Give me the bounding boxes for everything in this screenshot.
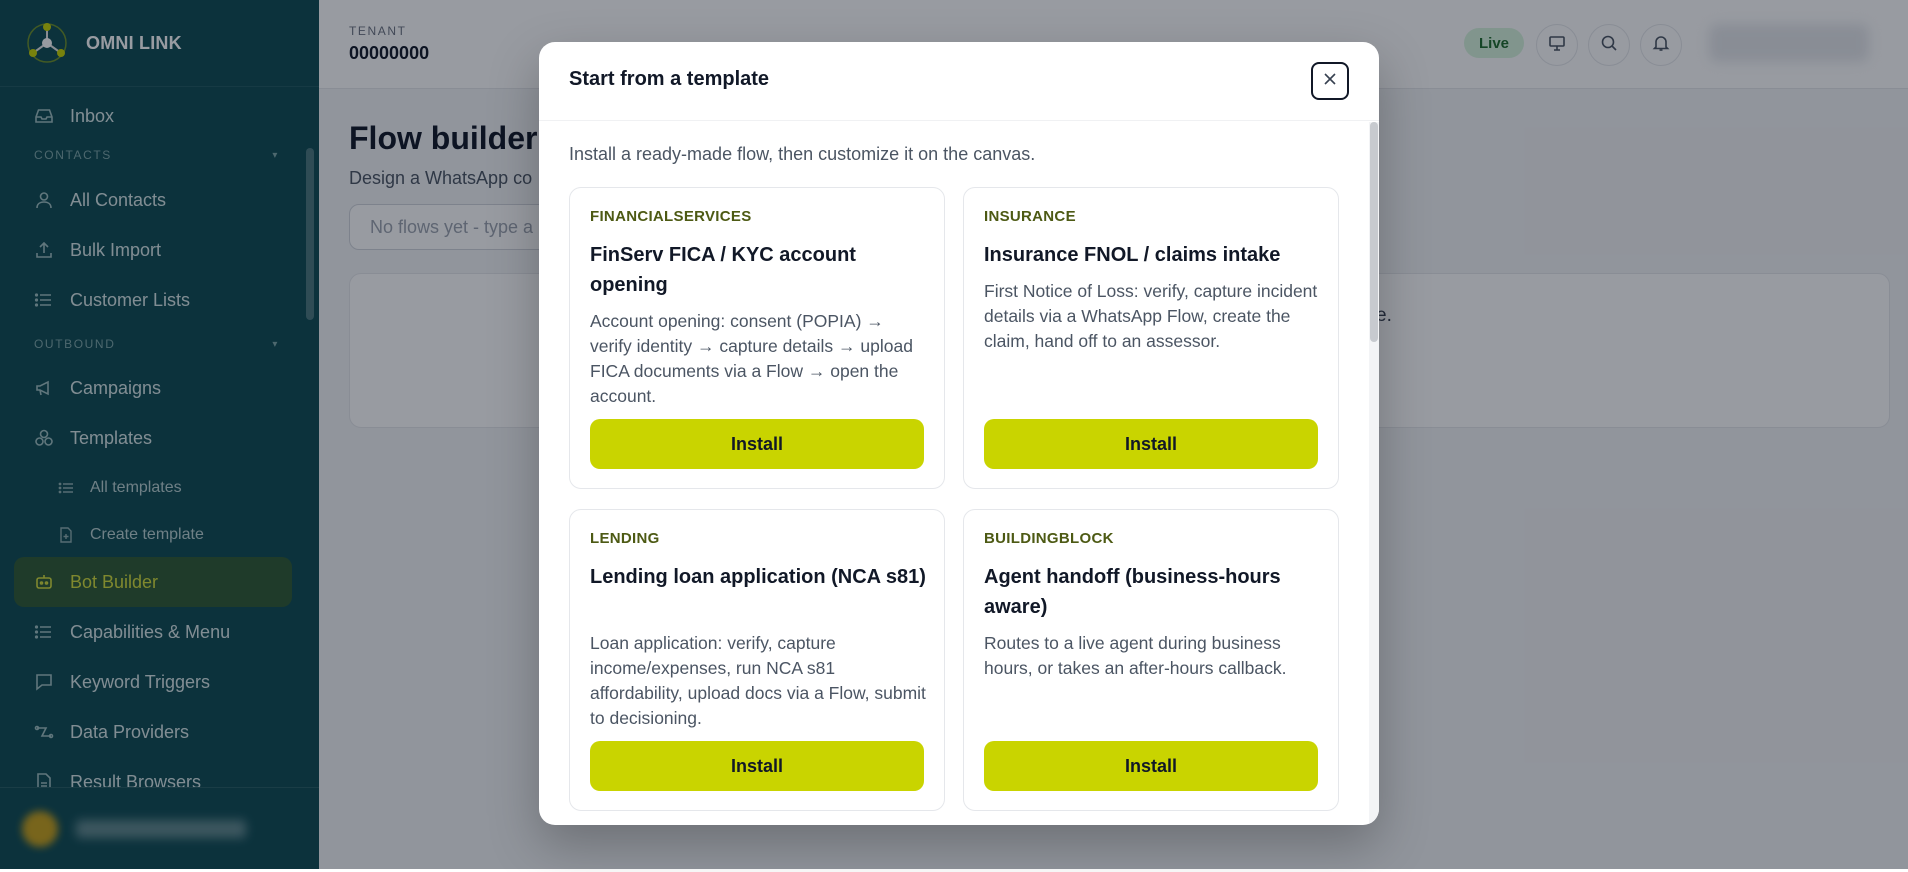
modal-title: Start from a template [569,68,770,90]
template-title: FinServ FICA / KYC account opening [590,244,856,296]
template-category: FINANCIALSERVICES [590,208,752,225]
modal-scrollbar-thumb[interactable] [1370,122,1378,342]
template-title: Insurance FNOL / claims intake [984,244,1281,266]
template-category: INSURANCE [984,208,1076,225]
install-button[interactable]: Install [590,741,924,791]
template-category: LENDING [590,530,660,547]
template-card: BUILDINGBLOCK Agent handoff (business-ho… [963,509,1339,811]
template-description: First Notice of Loss: verify, capture in… [984,281,1318,351]
template-card: FINANCIALSERVICES FinServ FICA / KYC acc… [569,187,945,489]
template-modal: Start from a template Install a ready-ma… [539,42,1379,825]
install-button[interactable]: Install [590,419,924,469]
close-button[interactable] [1311,62,1349,100]
template-description: Routes to a live agent during business h… [984,633,1287,678]
template-category: BUILDINGBLOCK [984,530,1114,547]
modal-header: Start from a template [539,42,1379,121]
install-button[interactable]: Install [984,741,1318,791]
template-title: Lending loan application (NCA s81) [590,566,926,588]
close-icon [1322,71,1338,92]
install-button[interactable]: Install [984,419,1318,469]
template-card: INSURANCE Insurance FNOL / claims intake… [963,187,1339,489]
template-title: Agent handoff (business-hours aware) [984,566,1281,618]
template-card: LENDING Lending loan application (NCA s8… [569,509,945,811]
template-description: Loan application: verify, capture income… [590,633,926,728]
template-description: Account opening: consent (POPIA) → verif… [590,311,913,406]
modal-intro: Install a ready-made flow, then customiz… [569,144,1036,164]
